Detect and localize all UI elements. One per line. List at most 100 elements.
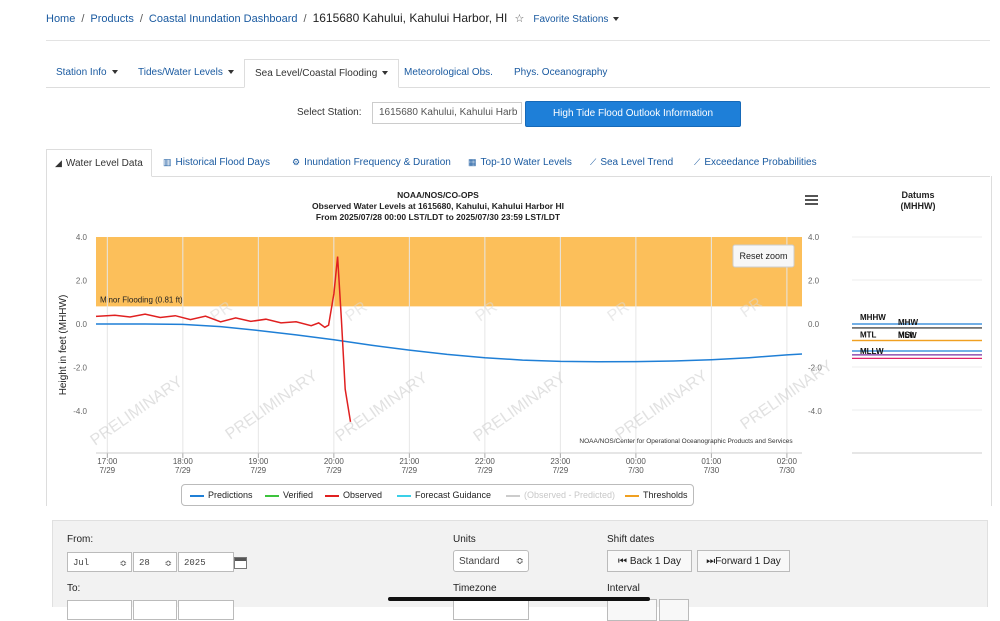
select-value: 28	[139, 558, 150, 568]
select-value: Standard	[459, 556, 500, 567]
chart-subtitle-station: Observed Water Levels at 1615680, Kahulu…	[312, 201, 564, 211]
preliminary-watermark: PRELIMINARY	[613, 367, 712, 443]
stepper-icon: ≎	[164, 558, 172, 568]
datum-label: MLW	[898, 331, 917, 340]
x-tick-label: 02:00	[777, 457, 798, 466]
x-tick-date: 7/29	[175, 466, 191, 475]
to-day-select[interactable]	[133, 600, 177, 620]
date-controls-panel: From: Jul ≎ 28 ≎ 2025 To: Units Standard ≎ …	[52, 520, 988, 621]
legend-swatch	[506, 494, 520, 497]
legend-swatch	[397, 494, 411, 497]
y-tick-label-left: 0.0	[76, 320, 88, 329]
legend-item-forecast-guidance[interactable]: Forecast Guidance	[397, 485, 491, 505]
x-tick-label: 19:00	[248, 457, 269, 466]
interval-label: Interval	[607, 583, 640, 594]
calendar-icon[interactable]	[234, 557, 247, 569]
y-tick-label-left: -4.0	[73, 407, 87, 416]
interval-option[interactable]	[607, 599, 657, 621]
datums-subtitle: (MHHW)	[901, 201, 936, 211]
legend-label: Thresholds	[643, 490, 688, 500]
legend-label: Predictions	[208, 490, 253, 500]
legend-label: Forecast Guidance	[415, 490, 492, 500]
series-line-predictions	[96, 323, 803, 363]
y-tick-label-left: 2.0	[76, 277, 88, 286]
x-tick-date: 7/29	[477, 466, 493, 475]
x-tick-label: 23:00	[550, 457, 571, 466]
datum-label: MLLW	[860, 347, 884, 356]
forward-1-day-button[interactable]: ⏭Forward 1 Day	[697, 550, 790, 572]
legend-label: Observed	[343, 490, 383, 500]
x-tick-label: 00:00	[626, 457, 647, 466]
shift-dates-label: Shift dates	[607, 534, 655, 545]
x-tick-label: 21:00	[399, 457, 420, 466]
to-year-input[interactable]	[178, 600, 234, 620]
timezone-label: Timezone	[453, 583, 497, 594]
y-tick-label-right: 4.0	[808, 233, 820, 242]
button-label: Forward 1 Day	[715, 556, 781, 567]
x-tick-date: 7/30	[704, 466, 720, 475]
preliminary-watermark: PRELIMINARY	[223, 367, 322, 443]
x-tick-date: 7/29	[553, 466, 569, 475]
water-level-chart: NOAA/NOS/CO-OPS Observed Water Levels at…	[58, 190, 982, 475]
chart-legend: Predictions Verified Observed Forecast G…	[181, 484, 694, 506]
legend-item-thresholds[interactable]: Thresholds	[625, 485, 688, 505]
stepper-icon: ≎	[515, 556, 524, 567]
y-tick-label-right: 2.0	[808, 277, 820, 286]
x-tick-label: 20:00	[324, 457, 345, 466]
legend-label: (Observed - Predicted)	[524, 490, 616, 500]
from-year-input[interactable]: 2025	[178, 552, 234, 572]
x-tick-date: 7/29	[251, 466, 267, 475]
preliminary-watermark: PRELIMINARY	[88, 373, 187, 449]
chart-credit: NOAA/NOS/Center for Operational Oceanogr…	[579, 438, 793, 445]
stepper-icon: ≎	[119, 558, 127, 568]
x-tick-label: 18:00	[173, 457, 194, 466]
units-label: Units	[453, 534, 476, 545]
from-month-select[interactable]: Jul ≎	[67, 552, 132, 572]
x-tick-label: 01:00	[701, 457, 722, 466]
legend-item-observed[interactable]: Observed	[325, 485, 382, 505]
chart-subtitle-range: From 2025/07/28 00:00 LST/LDT to 2025/07…	[316, 212, 561, 222]
timezone-select[interactable]	[453, 600, 529, 620]
interval-option[interactable]	[659, 599, 689, 621]
y-axis-label: Height in feet (MHHW)	[58, 295, 69, 396]
chart-menu-icon[interactable]	[805, 195, 818, 205]
back-1-day-button[interactable]: ⏮ Back 1 Day	[607, 550, 692, 572]
legend-swatch	[265, 494, 279, 497]
to-label: To:	[67, 583, 81, 594]
reset-zoom-button[interactable]: Reset zoom	[732, 244, 795, 268]
y-tick-label-right: 0.0	[808, 320, 820, 329]
x-tick-date: 7/30	[628, 466, 644, 475]
y-tick-label-right: -4.0	[808, 407, 822, 416]
legend-item-verified[interactable]: Verified	[265, 485, 313, 505]
datum-label: MTL	[860, 331, 877, 340]
input-value: 2025	[184, 558, 206, 568]
legend-item-predictions[interactable]: Predictions	[190, 485, 253, 505]
button-label: Back 1 Day	[629, 556, 681, 567]
datums-panel: MHHWMHWMTL MSLMLWMLLW	[852, 236, 982, 454]
home-indicator	[388, 597, 650, 601]
skip-forward-icon: ⏭	[706, 556, 716, 567]
x-tick-label: 17:00	[97, 457, 118, 466]
legend-swatch	[325, 494, 339, 497]
chart-title: NOAA/NOS/CO-OPS	[397, 190, 479, 200]
units-select[interactable]: Standard ≎	[453, 550, 529, 572]
reset-zoom-label: Reset zoom	[739, 251, 787, 261]
from-day-select[interactable]: 28 ≎	[133, 552, 177, 572]
legend-item-observed-minus-predicted[interactable]: (Observed - Predicted)	[506, 485, 615, 505]
to-month-select[interactable]	[67, 600, 132, 620]
threshold-band	[96, 237, 802, 307]
y-tick-label-left: -2.0	[73, 364, 87, 373]
x-tick-label: 22:00	[475, 457, 496, 466]
select-value: Jul	[73, 558, 90, 568]
legend-swatch	[190, 494, 204, 497]
legend-swatch	[625, 494, 639, 497]
preliminary-watermark: PRELIMINARY	[333, 369, 432, 445]
x-tick-date: 7/29	[100, 466, 116, 475]
x-tick-date: 7/29	[402, 466, 418, 475]
skip-back-icon: ⏮	[618, 556, 628, 567]
datum-label: MHW	[898, 318, 918, 327]
from-label: From:	[67, 534, 94, 545]
threshold-label: Minor Flooding (0.81 ft)	[100, 295, 183, 304]
x-tick-date: 7/30	[779, 466, 795, 475]
legend-label: Verified	[283, 490, 314, 500]
